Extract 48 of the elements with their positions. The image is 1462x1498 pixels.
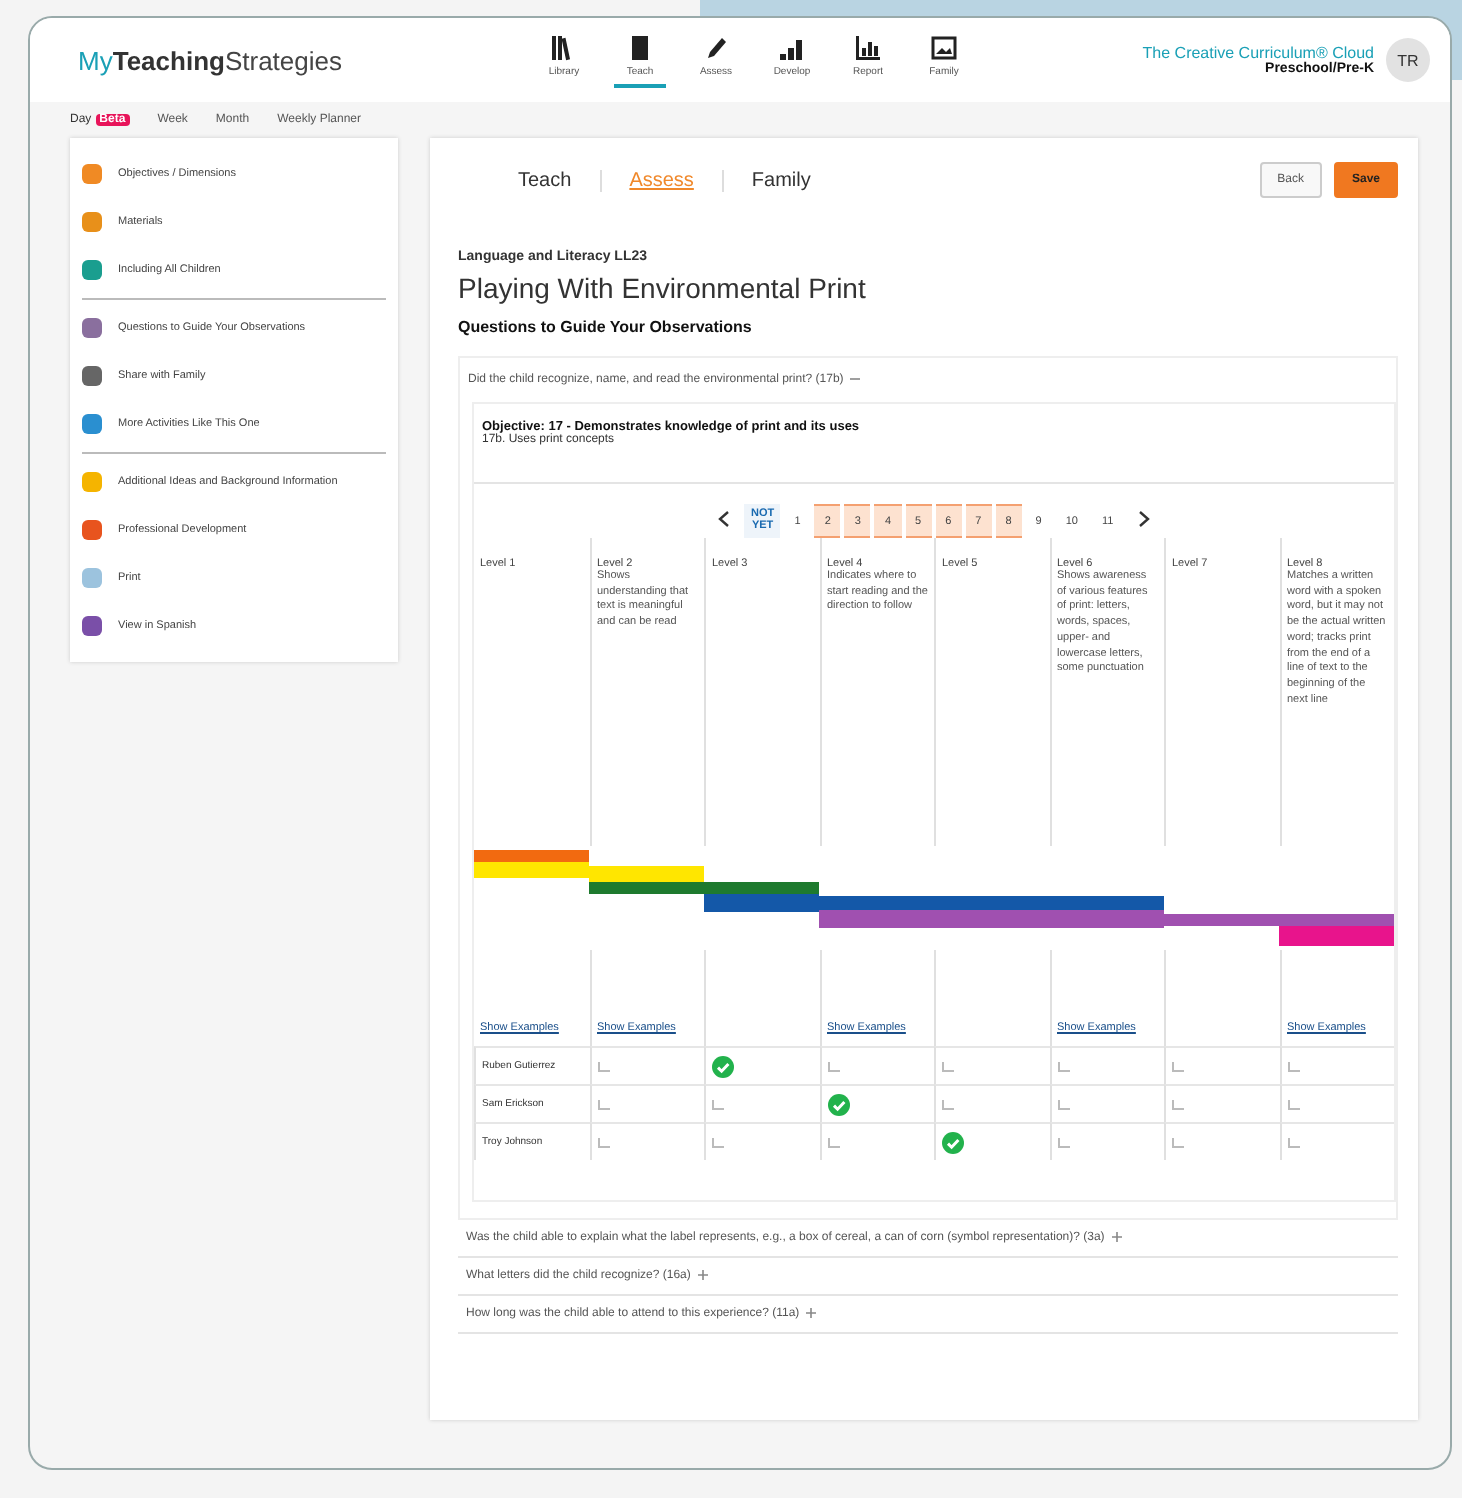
expand-icon	[698, 1270, 709, 1281]
checkmark-icon[interactable]	[827, 1093, 849, 1116]
logo[interactable]: MyTeachingStrategies	[78, 45, 538, 75]
rating-checkbox[interactable]	[597, 1099, 609, 1110]
rating-checkbox[interactable]	[1057, 1099, 1069, 1110]
section-icon	[82, 318, 102, 338]
rating-checkbox[interactable]	[597, 1061, 609, 1072]
expand-icon	[1111, 1232, 1122, 1243]
rating-checkbox[interactable]	[827, 1061, 839, 1072]
rating-checkbox[interactable]	[942, 1061, 954, 1072]
book-icon	[626, 33, 654, 61]
bar-chart-icon	[854, 33, 882, 61]
rating-checkbox[interactable]	[827, 1137, 839, 1148]
activity-title: Playing With Environmental Print	[458, 272, 868, 304]
rating-checkbox[interactable]	[1057, 1137, 1069, 1148]
section-icon	[82, 212, 102, 232]
rating-checkbox[interactable]	[1172, 1099, 1184, 1110]
expand-icon	[806, 1308, 817, 1319]
rating-checkbox[interactable]	[942, 1099, 954, 1110]
collapse-icon	[850, 374, 861, 384]
section-icon	[82, 520, 102, 540]
chevron-left-icon	[718, 510, 731, 529]
rating-checkbox[interactable]	[1287, 1061, 1299, 1072]
section-icon	[82, 366, 102, 386]
section-icon	[82, 568, 102, 588]
checkmark-icon[interactable]	[942, 1131, 964, 1154]
section-icon	[82, 472, 102, 492]
tab[interactable]: Family	[723, 169, 839, 191]
section-icon	[82, 616, 102, 636]
rating-checkbox[interactable]	[712, 1137, 724, 1148]
rating-checkbox[interactable]	[1057, 1061, 1069, 1072]
tab[interactable]: Teach	[490, 169, 602, 191]
section-icon	[82, 260, 102, 280]
rating-checkbox[interactable]	[1287, 1099, 1299, 1110]
rating-checkbox[interactable]	[712, 1099, 724, 1110]
rating-checkbox[interactable]	[1172, 1061, 1184, 1072]
rating-checkbox[interactable]	[597, 1137, 609, 1148]
rating-checkbox[interactable]	[1172, 1137, 1184, 1148]
section-heading: Questions to Guide Your Observations	[458, 318, 754, 336]
photo-icon	[930, 33, 958, 61]
checkmark-icon[interactable]	[712, 1055, 734, 1078]
product-name: The Creative Curriculum® Cloud	[1142, 44, 1374, 62]
pencil-icon	[702, 33, 730, 61]
rating-checkbox[interactable]	[1287, 1137, 1299, 1148]
chevron-right-icon	[1137, 510, 1150, 529]
section-icon	[82, 414, 102, 434]
section-icon	[82, 164, 102, 184]
user-avatar[interactable]: TR	[1386, 38, 1430, 82]
